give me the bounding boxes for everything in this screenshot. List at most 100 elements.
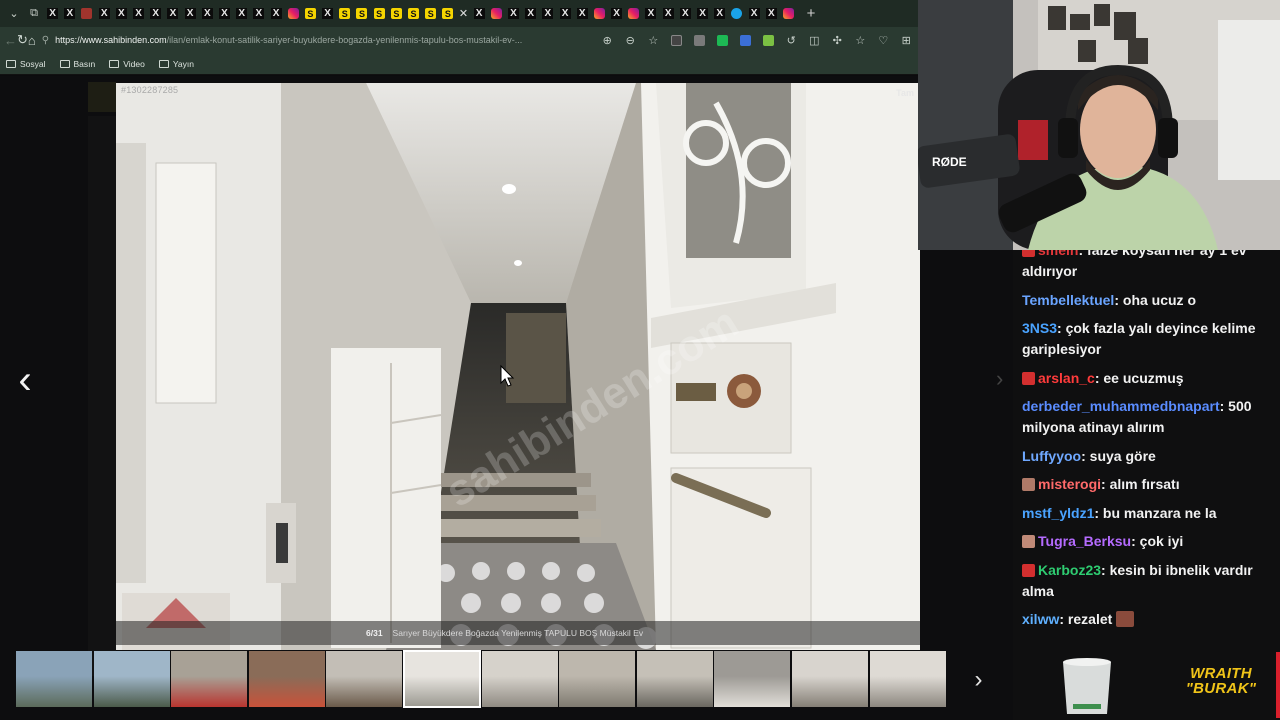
s-logo-icon: S: [408, 8, 420, 19]
browser-tab[interactable]: X: [113, 3, 130, 25]
chat-username[interactable]: Tugra_Berksu: [1038, 533, 1131, 549]
browser-tab[interactable]: X: [505, 3, 522, 25]
translate-icon[interactable]: [736, 31, 755, 50]
browser-tab[interactable]: X: [182, 3, 199, 25]
browser-tab[interactable]: X: [574, 3, 591, 25]
main-photo[interactable]: sahibinden.com #1302287285 Tam: [116, 83, 920, 650]
thumbnail[interactable]: [171, 651, 248, 707]
browser-tab[interactable]: S: [422, 3, 439, 25]
browser-tab[interactable]: X: [763, 3, 780, 25]
thumbnails-next-button[interactable]: ›: [944, 654, 1013, 706]
browser-tab[interactable]: S: [353, 3, 370, 25]
chat-username[interactable]: xilww: [1022, 611, 1059, 627]
browser-tab[interactable]: S: [388, 3, 405, 25]
chat-username[interactable]: misterogi: [1038, 476, 1101, 492]
browser-tab[interactable]: X: [539, 3, 556, 25]
collections-icon[interactable]: ⊞: [897, 31, 916, 50]
thumbnail[interactable]: [869, 651, 946, 707]
browser-tab[interactable]: X: [147, 3, 164, 25]
extension-3-icon[interactable]: [713, 31, 732, 50]
thumbnail[interactable]: [714, 651, 791, 707]
chat-username[interactable]: Tembellektuel: [1022, 292, 1114, 308]
browser-tab[interactable]: X: [711, 3, 728, 25]
extension-2-icon[interactable]: [690, 31, 709, 50]
browser-tab[interactable]: S: [439, 3, 456, 25]
browser-tab[interactable]: X: [44, 3, 61, 25]
reader-icon[interactable]: ⊖: [621, 31, 640, 50]
browser-tab[interactable]: X: [199, 3, 216, 25]
browser-tab[interactable]: X: [61, 3, 78, 25]
browser-tab[interactable]: [591, 3, 608, 25]
bookmark-folder-sosyal[interactable]: Sosyal: [6, 59, 46, 69]
thumbnail[interactable]: [402, 650, 481, 708]
next-photo-button[interactable]: ›: [996, 366, 1012, 396]
fullscreen-button[interactable]: Tam: [896, 88, 914, 98]
thumbnail[interactable]: [559, 651, 636, 707]
tab-list-chevron-icon[interactable]: ⌄: [4, 4, 24, 24]
bookmark-folder-video[interactable]: Video: [109, 59, 145, 69]
browser-tab[interactable]: X: [216, 3, 233, 25]
background-logo: [88, 82, 116, 112]
chat-username[interactable]: derbeder_muhammedbnapart: [1022, 398, 1220, 414]
browser-tab[interactable]: S: [336, 3, 353, 25]
chat-username[interactable]: mstf_yldz1: [1022, 505, 1094, 521]
browser-tab[interactable]: X: [746, 3, 763, 25]
browser-tab[interactable]: X: [642, 3, 659, 25]
chat-username[interactable]: smein: [1038, 250, 1078, 258]
browser-tab[interactable]: X: [556, 3, 573, 25]
browser-tab[interactable]: [285, 3, 302, 25]
thumbnail[interactable]: [636, 651, 713, 707]
thumbnail[interactable]: [791, 651, 868, 707]
favorite-star-icon[interactable]: ☆: [644, 31, 663, 50]
home-button[interactable]: ⌂: [28, 29, 36, 51]
browser-tab[interactable]: X: [250, 3, 267, 25]
previous-photo-button[interactable]: ‹: [10, 358, 40, 402]
site-info-icon[interactable]: ⚲: [42, 35, 49, 46]
browser-tab[interactable]: X: [694, 3, 711, 25]
reload-button[interactable]: ↻: [17, 29, 28, 51]
browser-tab[interactable]: [780, 3, 797, 25]
browser-tab[interactable]: X: [471, 3, 488, 25]
browser-tab[interactable]: X: [677, 3, 694, 25]
browser-tab[interactable]: S: [371, 3, 388, 25]
close-tab-icon[interactable]: ✕: [457, 3, 471, 25]
browser-tab[interactable]: X: [130, 3, 147, 25]
browser-tab[interactable]: [728, 3, 745, 25]
favorites-icon[interactable]: ☆: [851, 31, 870, 50]
browser-tab[interactable]: X: [164, 3, 181, 25]
thumbnail[interactable]: [93, 651, 170, 707]
browser-essentials-icon[interactable]: ♡: [874, 31, 893, 50]
browser-tab[interactable]: X: [233, 3, 250, 25]
extension-4-icon[interactable]: [759, 31, 778, 50]
workspaces-icon[interactable]: ⧉: [24, 4, 44, 24]
extensions-puzzle-icon[interactable]: ✣: [828, 31, 847, 50]
split-screen-icon[interactable]: ◫: [805, 31, 824, 50]
bookmark-folder-basin[interactable]: Basın: [59, 59, 95, 69]
new-tab-button[interactable]: +: [801, 3, 821, 25]
browser-tab[interactable]: [78, 3, 95, 25]
thumbnail[interactable]: [248, 651, 325, 707]
browser-tab[interactable]: S: [405, 3, 422, 25]
browser-tab[interactable]: X: [267, 3, 284, 25]
address-bar[interactable]: ⚲ https://www.sahibinden.com/ilan/emlak-…: [36, 30, 596, 50]
thumbnail[interactable]: [481, 651, 558, 707]
browser-tab[interactable]: S: [302, 3, 319, 25]
browser-tab[interactable]: X: [522, 3, 539, 25]
browser-tab[interactable]: [625, 3, 642, 25]
browser-tab[interactable]: X: [319, 3, 336, 25]
refresh-ext-icon[interactable]: ↺: [782, 31, 801, 50]
chat-username[interactable]: Karboz23: [1038, 562, 1101, 578]
browser-tab[interactable]: X: [660, 3, 677, 25]
zoom-icon[interactable]: ⊕: [598, 31, 617, 50]
thumbnail[interactable]: [326, 651, 403, 707]
chat-username[interactable]: arslan_c: [1038, 370, 1095, 386]
thumbnail[interactable]: [16, 651, 92, 707]
chat-username[interactable]: Luffyyoo: [1022, 448, 1081, 464]
chat-username[interactable]: 3NS3: [1022, 320, 1057, 336]
browser-tab[interactable]: X: [608, 3, 625, 25]
bookmark-folder-yayin[interactable]: Yayın: [158, 59, 194, 69]
browser-tab[interactable]: X: [96, 3, 113, 25]
back-button[interactable]: ←: [4, 29, 17, 51]
extension-1-icon[interactable]: [667, 31, 686, 50]
browser-tab[interactable]: [488, 3, 505, 25]
